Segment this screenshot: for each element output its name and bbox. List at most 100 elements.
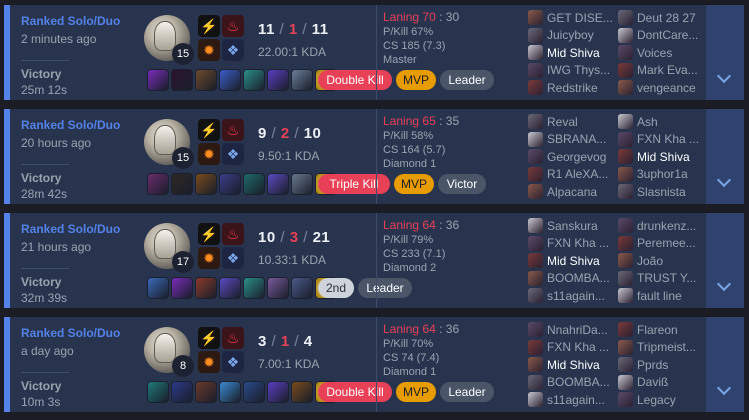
participant[interactable]: Slasnista: [618, 183, 706, 201]
summoner-name[interactable]: Reval: [547, 115, 578, 129]
participant[interactable]: João: [618, 252, 706, 270]
ignite-icon[interactable]: ♨: [222, 223, 244, 245]
item-icon[interactable]: [147, 173, 169, 195]
expand-button[interactable]: [706, 109, 744, 204]
summoner-name[interactable]: GET DISE...: [547, 11, 613, 25]
item-icon[interactable]: [147, 381, 169, 403]
ignite-icon[interactable]: ♨: [222, 327, 244, 349]
summoner-name[interactable]: vengeance: [637, 81, 696, 95]
summoner-name[interactable]: Pprds: [637, 358, 668, 372]
summoner-name[interactable]: FXN Kha ...: [637, 132, 699, 146]
item-icon[interactable]: [171, 173, 193, 195]
participant[interactable]: FXN Kha ...: [528, 339, 616, 357]
summoner-name[interactable]: Mid Shiva: [547, 46, 600, 60]
summoner-name[interactable]: SBRANA...: [547, 132, 606, 146]
ignite-icon[interactable]: ♨: [222, 15, 244, 37]
participant[interactable]: GET DISE...: [528, 9, 616, 27]
participant[interactable]: FXN Kha ...: [528, 235, 616, 253]
participant[interactable]: vengeance: [618, 79, 706, 97]
expand-button[interactable]: [706, 317, 744, 412]
participant[interactable]: Georgevog: [528, 148, 616, 166]
item-icon[interactable]: [195, 69, 217, 91]
participant[interactable]: FXN Kha ...: [618, 131, 706, 149]
item-icon[interactable]: [147, 69, 169, 91]
participant[interactable]: Tripmeist...: [618, 339, 706, 357]
summoner-name[interactable]: Alpacana: [547, 185, 597, 199]
item-icon[interactable]: [291, 173, 313, 195]
summoner-name[interactable]: Mid Shiva: [547, 254, 600, 268]
match-card[interactable]: Ranked Solo/Duo 2 minutes ago Victory 25m 1…: [4, 5, 744, 100]
participant[interactable]: Juicyboy: [528, 27, 616, 45]
match-card[interactable]: Ranked Solo/Duo 21 hours ago Victory 32m 39…: [4, 213, 744, 308]
summoner-name[interactable]: Ash: [637, 115, 658, 129]
item-icon[interactable]: [219, 381, 241, 403]
flash-icon[interactable]: ⚡: [198, 223, 220, 245]
item-icon[interactable]: [243, 381, 265, 403]
participant[interactable]: R1 AleXA...: [528, 166, 616, 184]
summoner-name[interactable]: drunkenz...: [637, 219, 696, 233]
item-icon[interactable]: [219, 277, 241, 299]
electrocute-rune-icon[interactable]: ✹: [198, 143, 220, 165]
item-icon[interactable]: [267, 381, 289, 403]
participant[interactable]: BOOMBA...: [528, 374, 616, 392]
item-icon[interactable]: [195, 173, 217, 195]
sorcery-rune-icon[interactable]: ❖: [222, 39, 244, 61]
match-card[interactable]: Ranked Solo/Duo a day ago Victory 10m 3s 8 ⚡ ♨…: [4, 317, 744, 412]
participant[interactable]: Deut 28 27: [618, 9, 706, 27]
summoner-name[interactable]: FXN Kha ...: [547, 340, 609, 354]
participant[interactable]: Daviß: [618, 374, 706, 392]
item-icon[interactable]: [219, 69, 241, 91]
participant[interactable]: Sanskura: [528, 217, 616, 235]
item-icon[interactable]: [195, 277, 217, 299]
participant[interactable]: Reval: [528, 113, 616, 131]
participant[interactable]: Flareon: [618, 321, 706, 339]
summoner-name[interactable]: R1 AleXA...: [547, 167, 608, 181]
participant[interactable]: Mid Shiva: [618, 148, 706, 166]
item-icon[interactable]: [267, 277, 289, 299]
participant[interactable]: Legacy: [618, 391, 706, 409]
flash-icon[interactable]: ⚡: [198, 15, 220, 37]
item-icon[interactable]: [243, 69, 265, 91]
summoner-name[interactable]: Legacy: [637, 393, 676, 407]
expand-button[interactable]: [706, 5, 744, 100]
item-icon[interactable]: [243, 173, 265, 195]
participant[interactable]: Mid Shiva: [528, 252, 616, 270]
summoner-name[interactable]: Peremee...: [637, 236, 696, 250]
electrocute-rune-icon[interactable]: ✹: [198, 247, 220, 269]
item-icon[interactable]: [171, 69, 193, 91]
item-icon[interactable]: [171, 277, 193, 299]
participant[interactable]: NnahriDa...: [528, 321, 616, 339]
summoner-name[interactable]: Redstrike: [547, 81, 598, 95]
participant[interactable]: DontCare...: [618, 27, 706, 45]
item-icon[interactable]: [291, 277, 313, 299]
participant[interactable]: fault line: [618, 287, 706, 305]
summoner-name[interactable]: fault line: [637, 289, 682, 303]
summoner-name[interactable]: Deut 28 27: [637, 11, 696, 25]
summoner-name[interactable]: João: [637, 254, 663, 268]
participant[interactable]: Voices: [618, 44, 706, 62]
summoner-name[interactable]: IWG Thys...: [547, 63, 610, 77]
participant[interactable]: Ash: [618, 113, 706, 131]
participant[interactable]: Pprds: [618, 356, 706, 374]
summoner-name[interactable]: NnahriDa...: [547, 323, 608, 337]
sorcery-rune-icon[interactable]: ❖: [222, 247, 244, 269]
item-icon[interactable]: [291, 381, 313, 403]
sorcery-rune-icon[interactable]: ❖: [222, 143, 244, 165]
participant[interactable]: Mark Eva...: [618, 62, 706, 80]
item-icon[interactable]: [171, 381, 193, 403]
participant[interactable]: TRUST Y...: [618, 270, 706, 288]
summoner-name[interactable]: Mark Eva...: [637, 63, 698, 77]
summoner-name[interactable]: Slasnista: [637, 185, 686, 199]
item-icon[interactable]: [195, 381, 217, 403]
summoner-name[interactable]: TRUST Y...: [637, 271, 696, 285]
flash-icon[interactable]: ⚡: [198, 327, 220, 349]
summoner-name[interactable]: Daviß: [637, 375, 668, 389]
sorcery-rune-icon[interactable]: ❖: [222, 351, 244, 373]
summoner-name[interactable]: 3uphor1a: [637, 167, 688, 181]
match-card[interactable]: Ranked Solo/Duo 20 hours ago Victory 28m 42…: [4, 109, 744, 204]
participant[interactable]: Peremee...: [618, 235, 706, 253]
item-icon[interactable]: [243, 277, 265, 299]
summoner-name[interactable]: BOOMBA...: [547, 271, 610, 285]
summoner-name[interactable]: s11again...: [547, 393, 605, 407]
participant[interactable]: SBRANA...: [528, 131, 616, 149]
